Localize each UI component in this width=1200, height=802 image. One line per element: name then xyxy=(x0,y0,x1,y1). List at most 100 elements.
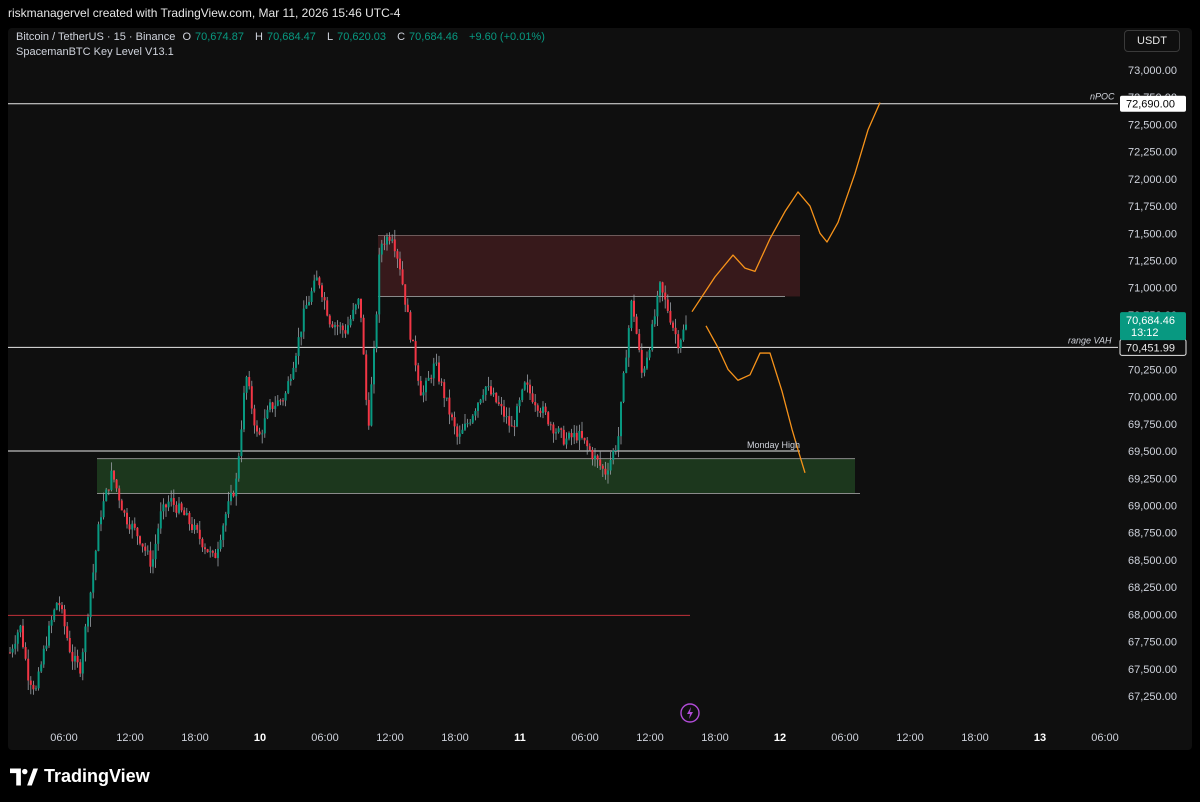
candle[interactable] xyxy=(674,318,677,344)
candle[interactable] xyxy=(560,427,563,438)
candle[interactable] xyxy=(547,411,550,427)
candle[interactable] xyxy=(279,398,282,406)
candle[interactable] xyxy=(635,313,638,335)
candle[interactable] xyxy=(565,432,568,449)
candle[interactable] xyxy=(656,290,659,326)
candle[interactable] xyxy=(287,376,290,395)
candle[interactable] xyxy=(243,385,245,433)
candle[interactable] xyxy=(456,423,459,445)
candle[interactable] xyxy=(659,281,661,303)
candle[interactable] xyxy=(651,319,654,352)
candle[interactable] xyxy=(510,415,513,427)
candle[interactable] xyxy=(573,425,576,445)
candle[interactable] xyxy=(50,615,53,634)
candle[interactable] xyxy=(521,388,524,403)
candle[interactable] xyxy=(178,496,180,515)
candle[interactable] xyxy=(74,646,76,670)
candle[interactable] xyxy=(513,419,516,437)
candle[interactable] xyxy=(152,550,154,574)
candle[interactable] xyxy=(529,379,531,400)
candle[interactable] xyxy=(352,302,355,322)
candle[interactable] xyxy=(211,549,214,557)
candle[interactable] xyxy=(40,661,43,673)
candle[interactable] xyxy=(139,535,141,546)
candle[interactable] xyxy=(484,385,487,401)
candle[interactable] xyxy=(157,523,160,551)
candle[interactable] xyxy=(126,508,128,529)
candle[interactable] xyxy=(58,596,61,612)
candle[interactable] xyxy=(682,324,685,342)
candle[interactable] xyxy=(557,426,560,434)
candle[interactable] xyxy=(191,516,193,534)
candle[interactable] xyxy=(354,303,357,315)
candle[interactable] xyxy=(334,322,336,336)
candle[interactable] xyxy=(118,485,121,509)
candle[interactable] xyxy=(29,676,32,695)
candle[interactable] xyxy=(159,502,162,534)
candle[interactable] xyxy=(14,635,17,655)
price-chart[interactable]: nPOCrange VAHMonday High73,000.0072,750.… xyxy=(8,28,1192,750)
candle[interactable] xyxy=(432,357,435,386)
candle[interactable] xyxy=(474,408,477,421)
candle[interactable] xyxy=(9,646,11,654)
candle[interactable] xyxy=(24,642,27,661)
candle[interactable] xyxy=(341,323,344,338)
candle[interactable] xyxy=(206,548,209,553)
candle[interactable] xyxy=(620,401,622,445)
candle[interactable] xyxy=(222,523,225,548)
candle[interactable] xyxy=(89,591,92,627)
candle[interactable] xyxy=(237,452,240,482)
candle[interactable] xyxy=(679,338,682,353)
candle[interactable] xyxy=(308,295,310,306)
candle[interactable] xyxy=(362,314,365,355)
candle[interactable] xyxy=(92,563,95,599)
candle[interactable] xyxy=(427,370,430,381)
candle[interactable] xyxy=(185,507,188,516)
candle[interactable] xyxy=(245,375,248,400)
candle[interactable] xyxy=(669,302,672,325)
candle[interactable] xyxy=(487,376,490,391)
candle[interactable] xyxy=(375,311,378,353)
candle[interactable] xyxy=(224,511,227,532)
candle[interactable] xyxy=(648,347,651,361)
candle[interactable] xyxy=(435,353,438,366)
candle[interactable] xyxy=(183,507,186,516)
candle[interactable] xyxy=(414,335,417,372)
candle[interactable] xyxy=(536,403,539,417)
candle[interactable] xyxy=(87,613,89,633)
candle[interactable] xyxy=(133,517,136,531)
candle[interactable] xyxy=(523,381,526,391)
candle[interactable] xyxy=(578,424,581,450)
candle[interactable] xyxy=(518,397,521,413)
candle[interactable] xyxy=(575,425,578,444)
candle[interactable] xyxy=(625,349,628,374)
candle[interactable] xyxy=(123,509,126,517)
candle[interactable] xyxy=(180,501,183,513)
candle[interactable] xyxy=(27,649,30,691)
candle[interactable] xyxy=(250,380,253,415)
candle[interactable] xyxy=(42,645,45,668)
candle[interactable] xyxy=(539,407,542,418)
candle[interactable] xyxy=(503,399,505,423)
candle[interactable] xyxy=(131,520,134,539)
candle[interactable] xyxy=(315,270,318,281)
demand-zone[interactable] xyxy=(97,458,855,494)
candle[interactable] xyxy=(425,377,427,401)
candle[interactable] xyxy=(204,543,206,555)
candle[interactable] xyxy=(269,399,271,413)
candle[interactable] xyxy=(81,648,84,681)
candle[interactable] xyxy=(336,320,339,336)
candle[interactable] xyxy=(661,281,664,302)
candle[interactable] xyxy=(253,404,256,434)
candle[interactable] xyxy=(500,396,503,415)
candle[interactable] xyxy=(357,298,360,309)
candle[interactable] xyxy=(19,624,22,638)
candle[interactable] xyxy=(209,546,212,558)
candle[interactable] xyxy=(479,398,482,405)
candle[interactable] xyxy=(508,407,511,433)
candle[interactable] xyxy=(175,501,178,518)
candle[interactable] xyxy=(505,407,508,424)
candle[interactable] xyxy=(552,422,555,443)
candle[interactable] xyxy=(76,649,79,668)
candle[interactable] xyxy=(617,426,620,458)
